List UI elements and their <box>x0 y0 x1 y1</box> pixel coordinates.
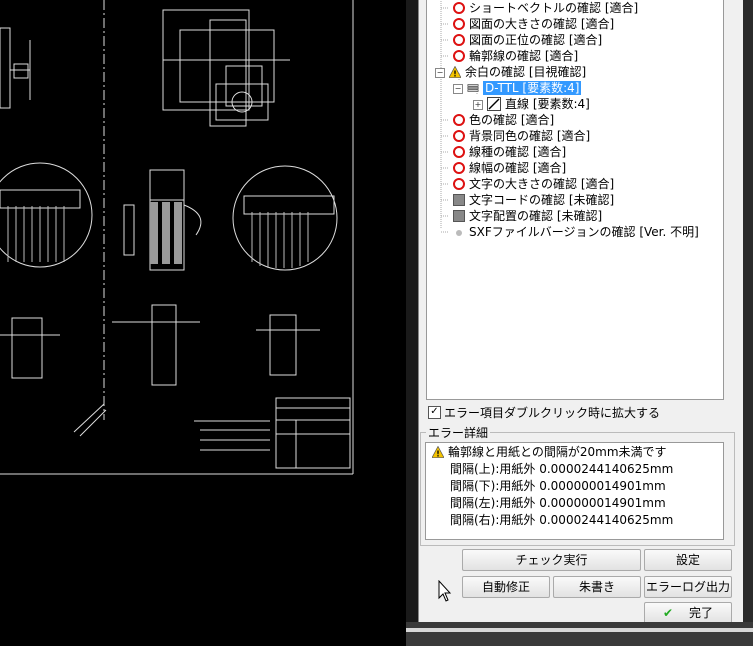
mouse-cursor-icon <box>438 580 452 602</box>
tree-item-layer-dttl[interactable]: − D-TTL [要素数:4] <box>453 80 582 96</box>
warning-icon: ! <box>449 65 461 78</box>
tree-item-outline[interactable]: 輪郭線の確認 [適合] <box>453 48 578 64</box>
red-circle-icon <box>453 145 465 158</box>
grey-dot-icon <box>456 229 462 236</box>
grey-square-icon <box>453 209 465 222</box>
collapse-icon[interactable]: − <box>435 67 445 78</box>
detail-line-0: ! 輪郭線と用紙との間隔が20mm未満です <box>432 444 667 461</box>
tree-item-shortvector[interactable]: ショートベクトルの確認 [適合] <box>453 0 638 16</box>
red-circle-icon <box>453 49 465 62</box>
checkbox-check-icon[interactable]: ✓ <box>428 406 441 419</box>
run-check-button[interactable]: チェック実行 <box>462 549 641 571</box>
window-gap <box>406 0 418 646</box>
collapse-icon[interactable]: − <box>453 83 463 94</box>
line-icon <box>487 96 501 111</box>
red-circle-icon <box>453 129 465 142</box>
tree-item-margin[interactable]: −! 余白の確認 [目視確認] <box>435 64 586 80</box>
tree-item-textplacement[interactable]: 文字配置の確認 [未確認] <box>453 208 602 224</box>
svg-text:!: ! <box>453 69 457 78</box>
done-button[interactable]: ✔ 完了 <box>644 602 732 624</box>
tree-item-line[interactable]: + 直線 [要素数:4] <box>473 96 590 112</box>
tree-item-drawing-size[interactable]: 図面の大きさの確認 [適合] <box>453 16 614 32</box>
detail-line-2: 間隔(下):用紙外 0.000000014901mm <box>450 479 666 493</box>
cad-drawing <box>0 0 354 475</box>
tree-item-orientation[interactable]: 図面の正位の確認 [適合] <box>453 32 602 48</box>
red-circle-icon <box>453 1 465 14</box>
cad-drawing-canvas[interactable] <box>0 0 406 646</box>
red-circle-icon <box>453 113 465 126</box>
tree-item-linetype[interactable]: 線種の確認 [適合] <box>453 144 566 160</box>
red-circle-icon <box>453 161 465 174</box>
warning-icon: ! <box>432 445 444 458</box>
tree-item-linewidth[interactable]: 線幅の確認 [適合] <box>453 160 566 176</box>
error-detail-label: エラー詳細 <box>426 424 491 441</box>
layer-icon <box>467 83 479 92</box>
checkmark-icon: ✔ <box>662 606 674 620</box>
detail-line-1: 間隔(上):用紙外 0.0000244140625mm <box>450 462 674 476</box>
grey-square-icon <box>453 193 465 206</box>
zoom-on-doubleclick-checkbox[interactable]: ✓ エラー項目ダブルクリック時に拡大する <box>428 404 660 421</box>
settings-button[interactable]: 設定 <box>644 549 732 571</box>
detail-line-3: 間隔(左):用紙外 0.000000014901mm <box>450 496 666 510</box>
tree-item-textsize[interactable]: 文字の大きさの確認 [適合] <box>453 176 614 192</box>
tree-item-bg-color[interactable]: 背景同色の確認 [適合] <box>453 128 590 144</box>
red-circle-icon <box>453 33 465 46</box>
svg-text:!: ! <box>436 449 440 458</box>
error-detail-box[interactable]: ! 輪郭線と用紙との間隔が20mm未満です 間隔(上):用紙外 0.0000244… <box>425 442 724 540</box>
window-right-edge <box>743 0 753 646</box>
tree-item-textcode[interactable]: 文字コードの確認 [未確認] <box>453 192 614 208</box>
autofix-button[interactable]: 自動修正 <box>462 576 550 598</box>
red-circle-icon <box>453 177 465 190</box>
tree-item-color[interactable]: 色の確認 [適合] <box>453 112 554 128</box>
red-circle-icon <box>453 17 465 30</box>
check-result-tree[interactable]: ショートベクトルの確認 [適合] 図面の大きさの確認 [適合] 図面の正位の確認… <box>426 0 724 400</box>
expand-icon[interactable]: + <box>473 99 483 110</box>
redline-button[interactable]: 朱書き <box>553 576 641 598</box>
detail-line-4: 間隔(右):用紙外 0.0000244140625mm <box>450 513 674 527</box>
error-log-button[interactable]: エラーログ出力 <box>644 576 732 598</box>
window-frame-bar <box>406 628 753 632</box>
window-bottom-edge <box>406 622 753 646</box>
tree-item-sxf-version[interactable]: SXFファイルバージョンの確認 [Ver. 不明] <box>453 224 699 240</box>
